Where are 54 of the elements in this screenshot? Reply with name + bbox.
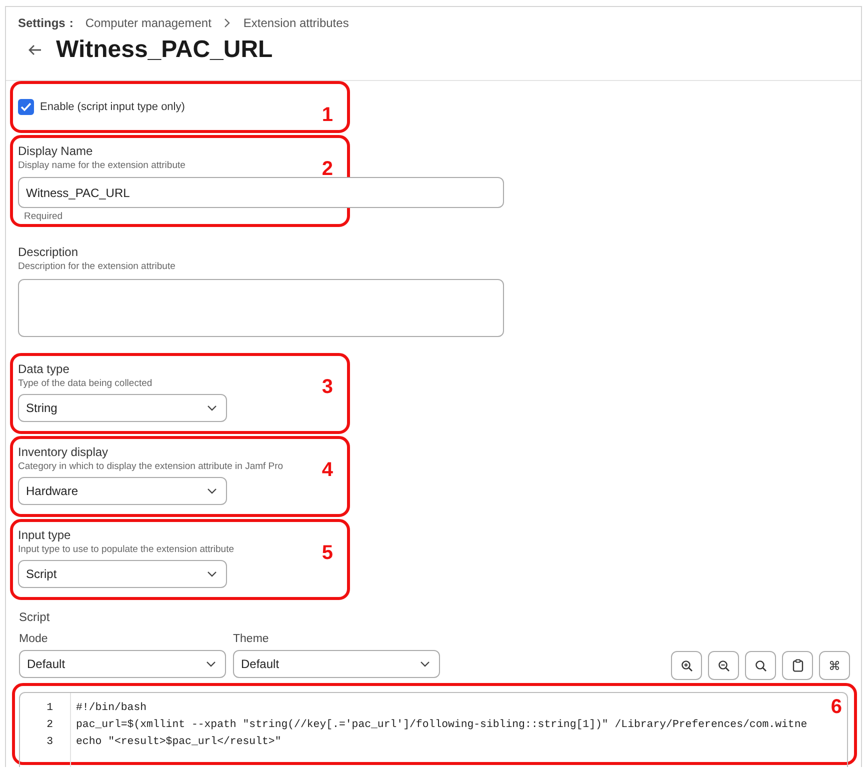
line-number: 1 <box>46 702 54 716</box>
checkbox-label: Enable (script input type only) <box>40 101 185 113</box>
search-button[interactable] <box>745 651 776 680</box>
caret-icon <box>206 661 216 667</box>
callout-number: 6 <box>830 696 842 719</box>
field-hint: Description for the extension attribute <box>18 261 176 272</box>
zoom-out-icon <box>718 660 730 672</box>
page-title: Witness_PAC_URL <box>56 36 273 64</box>
checkbox[interactable] <box>18 99 34 115</box>
field-label: Mode <box>19 633 49 645</box>
caret-icon <box>420 661 430 667</box>
zoom-in-button[interactable] <box>671 651 702 680</box>
field-label: Display Name <box>18 144 93 158</box>
field-hint: Input type to use to populate the extension attribute <box>18 544 234 555</box>
callout-number: 3 <box>322 376 333 399</box>
dropdown[interactable]: Script <box>18 560 227 588</box>
breadcrumb-link[interactable]: Extension attributes <box>243 16 349 30</box>
section-label: Script <box>19 610 51 624</box>
field-hint: Type of the data being collected <box>18 378 152 389</box>
field-label: Description <box>18 245 78 259</box>
caret-icon <box>207 488 217 494</box>
field-label: Data type <box>18 362 70 376</box>
chevron-icon <box>223 18 232 28</box>
dropdown[interactable]: Default <box>19 650 226 678</box>
callout-number: 5 <box>322 542 333 565</box>
line-number: 3 <box>46 736 54 750</box>
code-line: #!/bin/bash <box>76 702 148 716</box>
zoom-out-button[interactable] <box>708 651 739 680</box>
helper-text: Required <box>24 211 64 222</box>
code-line: pac_url=$(xmllint --xpath "string(//key[.='pac_url']/following-sibling::string[1])" /Library/Preferences/com.witne <box>76 719 808 733</box>
field-label: Theme <box>233 633 270 645</box>
caret-icon <box>207 571 217 577</box>
clipboard-button[interactable] <box>782 651 813 680</box>
breadcrumb-root[interactable]: Settings <box>18 16 66 30</box>
code-line: echo "<result>$pac_url</result>" <box>76 736 282 750</box>
back-arrow-icon[interactable] <box>28 44 42 56</box>
callout-number: 4 <box>322 459 333 482</box>
clipboard-icon <box>792 659 804 672</box>
dropdown[interactable]: Hardware <box>18 477 227 505</box>
breadcrumb-separator: : <box>69 16 74 30</box>
field-label: Inventory display <box>18 445 108 459</box>
shortcuts-button[interactable]: ⌘ <box>819 651 850 680</box>
dropdown[interactable]: Default <box>233 650 440 678</box>
field-hint: Category in which to display the extension attribute in Jamf Pro <box>18 461 284 472</box>
input-field[interactable]: Witness_PAC_URL <box>18 177 504 208</box>
zoom-in-icon <box>680 660 692 672</box>
dropdown[interactable]: String <box>18 394 227 422</box>
field-hint: Display name for the extension attribute <box>18 160 186 171</box>
search-icon <box>754 660 766 672</box>
field-label: Input type <box>18 528 71 542</box>
caret-icon <box>207 405 217 411</box>
callout-number: 1 <box>322 104 333 127</box>
line-number: 2 <box>46 719 54 733</box>
breadcrumb-link[interactable]: Computer management <box>85 16 212 30</box>
